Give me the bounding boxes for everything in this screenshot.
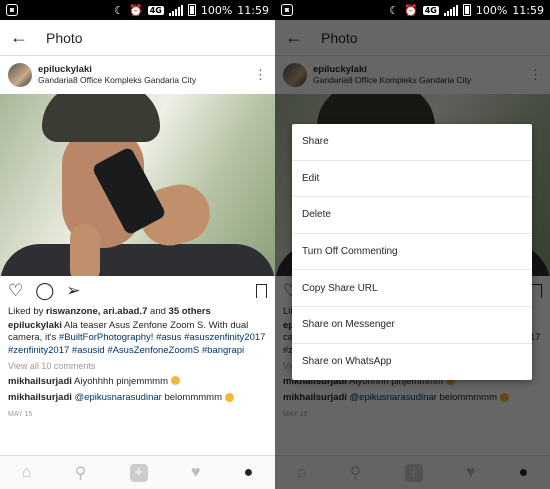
app-notification-icon: ◙ [6,4,18,16]
moon-icon: ☾ [389,3,399,17]
page-title: Photo [46,29,83,46]
caption: epiluckylaki Ala teaser Asus Zenfone Zoo… [8,319,266,356]
post-body: Liked by riswanzone, ari.abad.7 and 35 o… [0,306,275,421]
bottom-nav: ⌂ ⚲ + ♥ ● [0,455,275,489]
comment-icon[interactable]: ◯ [35,281,54,301]
hashtag[interactable]: #asusid [72,345,105,356]
menu-item-copy-share-url[interactable]: Copy Share URL [292,270,532,307]
post-actions: ♡ ◯ ➢ [0,276,275,306]
battery-level: 100% [200,3,233,17]
arrow-left-icon[interactable]: ← [10,27,34,48]
search-icon[interactable]: ⚲ [75,463,87,483]
menu-item-share[interactable]: Share [292,124,532,161]
more-vertical-icon[interactable]: ⋮ [254,68,267,81]
post-photo[interactable] [0,94,275,276]
hashtag[interactable]: #AsusZenfoneZoomS [107,345,199,356]
bookmark-icon[interactable] [256,284,267,298]
post-date: MAY 15 [8,410,33,418]
likes-line: Liked by riswanzone, ari.abad.7 and 35 o… [8,306,211,317]
battery-icon [187,4,196,16]
alarm-icon: ⏰ [404,3,418,17]
screens: ◙ ☾ ⏰ 4G 100% 11:59 ← Photo epiluckylaki… [0,0,550,489]
comment: mikhailsurjadi @epikusnarasudinar belomm… [8,392,267,405]
hashtag[interactable]: #zenfinity2017 [8,345,69,356]
send-icon[interactable]: ➢ [66,281,80,301]
menu-item-share-messenger[interactable]: Share on Messenger [292,307,532,344]
likes-users[interactable]: riswanzone, ari.abad.7 [46,306,147,317]
status-bar: ◙ ☾ ⏰ 4G 100% 11:59 [275,0,550,20]
profile-icon[interactable]: ● [244,464,254,482]
heart-icon[interactable]: ♡ [8,281,23,301]
alarm-icon: ⏰ [129,3,143,17]
app-notification-icon: ◙ [281,4,293,16]
options-menu: Share Edit Delete Turn Off Commenting Co… [292,124,532,380]
menu-item-share-whatsapp[interactable]: Share on WhatsApp [292,344,532,381]
network-type: 4G [147,5,164,15]
post-username[interactable]: epiluckylaki [38,64,196,75]
status-bar: ◙ ☾ ⏰ 4G 100% 11:59 [0,0,275,20]
clock: 11:59 [237,3,269,17]
hashtag[interactable]: #BuiltForPhotography! [59,332,154,343]
moon-icon: ☾ [114,3,124,17]
likes-others[interactable]: 35 others [169,306,211,317]
emoji-icon [170,376,180,386]
caption-username[interactable]: epiluckylaki [8,320,62,331]
app-header: ← Photo [0,20,275,56]
signal-icon [443,4,458,16]
battery-icon [462,4,471,16]
menu-item-turn-off-commenting[interactable]: Turn Off Commenting [292,234,532,271]
post-location[interactable]: Gandaria8 Office Kompleks Gandaria City [38,75,196,86]
hashtag[interactable]: #bangrapi [202,345,244,356]
network-type: 4G [422,5,439,15]
signal-icon [168,4,183,16]
comment: mikhailsurjadi Aiyohhhh pinjemmmm [8,376,267,389]
home-icon[interactable]: ⌂ [22,464,32,482]
mention[interactable]: @epikusnarasudinar [75,392,162,403]
right-screen: ◙ ☾ ⏰ 4G 100% 11:59 ← Photo epiluckylaki… [275,0,550,489]
comment-username[interactable]: mikhailsurjadi [8,376,72,387]
view-all-comments[interactable]: View all 10 comments [8,360,267,373]
menu-item-edit[interactable]: Edit [292,161,532,198]
comment-username[interactable]: mikhailsurjadi [8,392,72,403]
hashtag[interactable]: #asuszenfinity2017 [184,332,265,343]
plus-icon[interactable]: + [129,463,148,482]
clock: 11:59 [512,3,544,17]
heart-icon[interactable]: ♥ [191,464,201,482]
menu-item-delete[interactable]: Delete [292,197,532,234]
left-screen: ◙ ☾ ⏰ 4G 100% 11:59 ← Photo epiluckylaki… [0,0,275,489]
post-header: epiluckylaki Gandaria8 Office Kompleks G… [0,56,275,94]
battery-level: 100% [475,3,508,17]
emoji-icon [224,392,234,402]
hashtag[interactable]: #asus [156,332,181,343]
avatar[interactable] [8,63,32,87]
